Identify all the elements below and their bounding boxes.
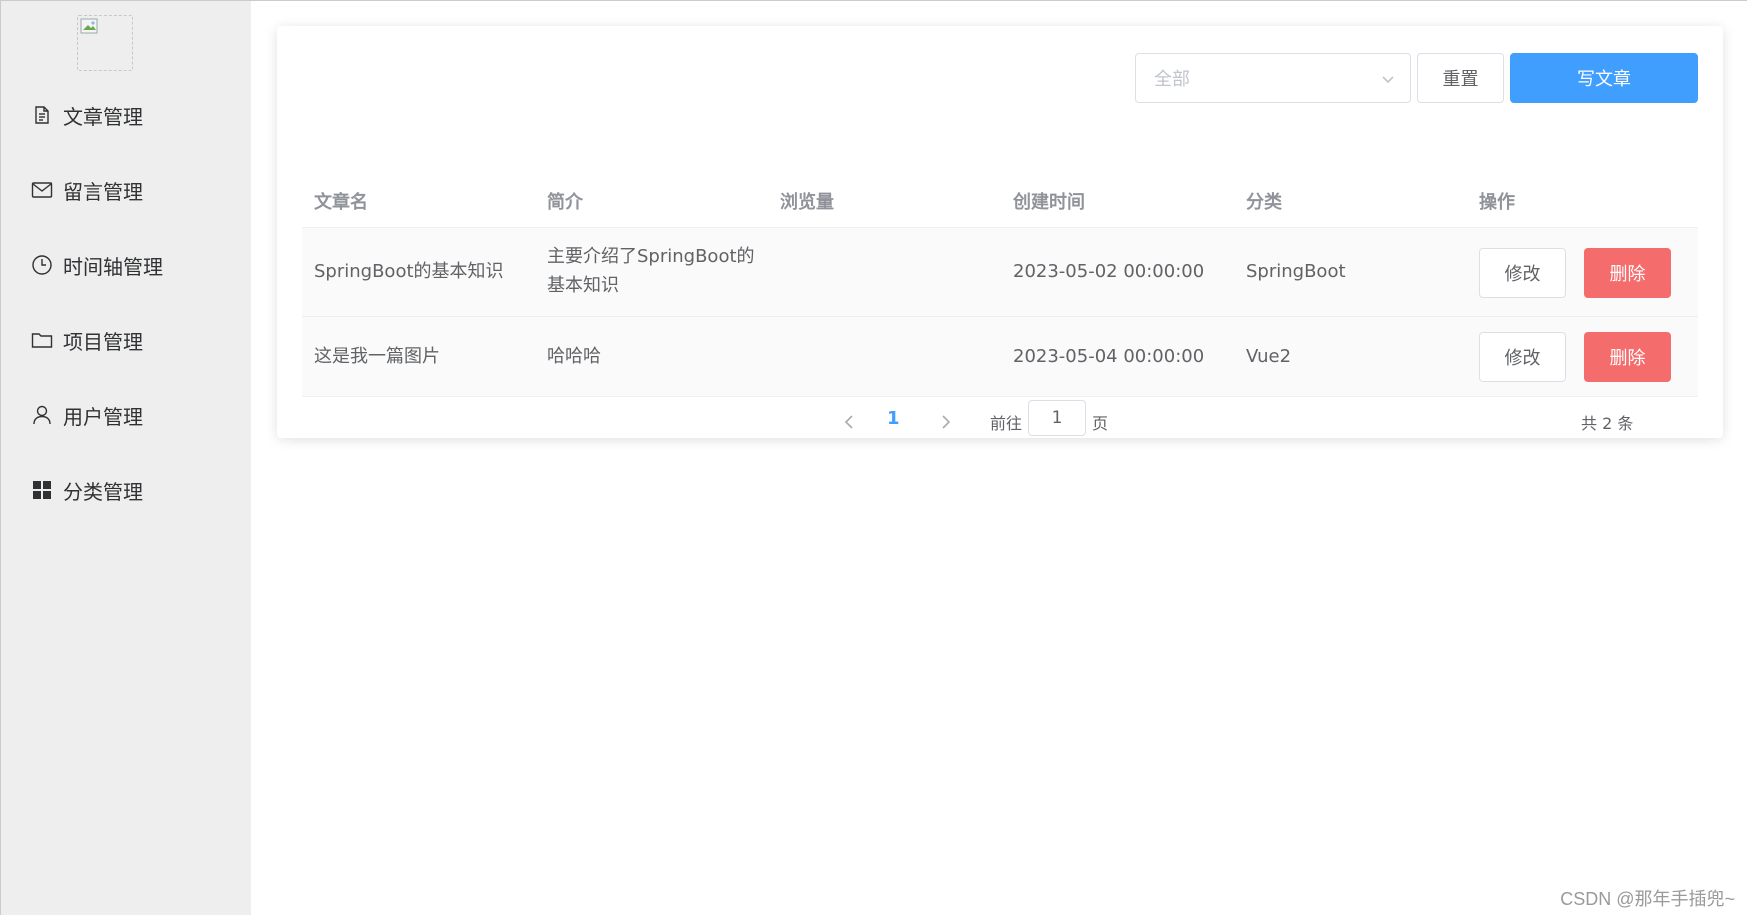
- csdn-watermark: CSDN @那年手插兜~: [1560, 889, 1735, 909]
- sidebar-item-categories[interactable]: 分类管理: [1, 466, 251, 514]
- article-list-card: 全部 重置 写文章 文章名 简介 浏览量 创建时间 分类 操作 SpringBo…: [277, 26, 1723, 438]
- reset-button[interactable]: 重置: [1417, 53, 1504, 103]
- delete-button[interactable]: 删除: [1584, 248, 1671, 298]
- column-header-title: 文章名: [314, 192, 368, 213]
- pagination-page-current[interactable]: 1: [887, 408, 900, 429]
- cell-category: Vue2: [1246, 346, 1292, 367]
- cell-summary-line1: 哈哈哈: [547, 346, 601, 367]
- category-select[interactable]: 全部: [1135, 53, 1411, 103]
- category-select-placeholder: 全部: [1154, 69, 1190, 90]
- cell-category: SpringBoot: [1246, 261, 1346, 282]
- pagination-goto-label: 前往: [990, 414, 1023, 433]
- column-header-created: 创建时间: [1013, 192, 1085, 213]
- chevron-down-icon: [1382, 76, 1394, 84]
- pagination-page-label: 页: [1092, 414, 1109, 433]
- chevron-right-icon[interactable]: [935, 412, 955, 432]
- delete-button[interactable]: 删除: [1584, 332, 1671, 382]
- sidebar: 文章管理 留言管理 时间轴管理 项目管理 用户管理 分类管理: [1, 1, 251, 915]
- clock-icon: [31, 254, 53, 276]
- table-row: 这是我一篇图片 哈哈哈 2023-05-04 00:00:00 Vue2 修改 …: [302, 317, 1698, 397]
- sidebar-item-label: 项目管理: [63, 329, 143, 354]
- folder-icon: [31, 329, 53, 351]
- pagination: 1 前往 页 共 2 条: [277, 400, 1723, 446]
- table-row: SpringBoot的基本知识 主要介绍了SpringBoot的 基本知识 20…: [302, 228, 1698, 317]
- cell-summary-line1: 主要介绍了SpringBoot的: [547, 246, 755, 267]
- cell-title: 这是我一篇图片: [314, 346, 440, 367]
- broken-image-icon: [80, 18, 98, 34]
- article-table: 文章名 简介 浏览量 创建时间 分类 操作 SpringBoot的基本知识 主要…: [302, 150, 1698, 397]
- column-header-views: 浏览量: [780, 192, 834, 213]
- sidebar-item-users[interactable]: 用户管理: [1, 391, 251, 439]
- column-header-summary: 简介: [547, 192, 583, 213]
- logo-broken-image: [77, 15, 133, 71]
- sidebar-item-articles[interactable]: 文章管理: [1, 91, 251, 139]
- sidebar-item-projects[interactable]: 项目管理: [1, 316, 251, 364]
- cell-title: SpringBoot的基本知识: [314, 261, 504, 282]
- write-article-button[interactable]: 写文章: [1510, 53, 1698, 103]
- grid-icon: [31, 479, 53, 501]
- sidebar-item-messages[interactable]: 留言管理: [1, 166, 251, 214]
- chevron-left-icon[interactable]: [840, 412, 860, 432]
- message-icon: [31, 179, 53, 201]
- document-icon: [31, 104, 53, 126]
- cell-created: 2023-05-04 00:00:00: [1013, 346, 1205, 367]
- pagination-goto-input[interactable]: [1028, 400, 1086, 436]
- table-header: 文章名 简介 浏览量 创建时间 分类 操作: [302, 150, 1698, 228]
- user-icon: [31, 404, 53, 426]
- sidebar-item-label: 用户管理: [63, 404, 143, 429]
- sidebar-item-label: 时间轴管理: [63, 254, 163, 279]
- edit-button[interactable]: 修改: [1479, 248, 1566, 298]
- edit-button[interactable]: 修改: [1479, 332, 1566, 382]
- column-header-actions: 操作: [1479, 192, 1515, 213]
- pagination-total: 共 2 条: [1581, 414, 1634, 433]
- sidebar-item-label: 分类管理: [63, 479, 143, 504]
- sidebar-item-timeline[interactable]: 时间轴管理: [1, 241, 251, 289]
- column-header-category: 分类: [1246, 192, 1282, 213]
- sidebar-item-label: 文章管理: [63, 104, 143, 129]
- cell-summary-line2: 基本知识: [547, 275, 619, 296]
- sidebar-item-label: 留言管理: [63, 179, 143, 204]
- cell-created: 2023-05-02 00:00:00: [1013, 261, 1205, 282]
